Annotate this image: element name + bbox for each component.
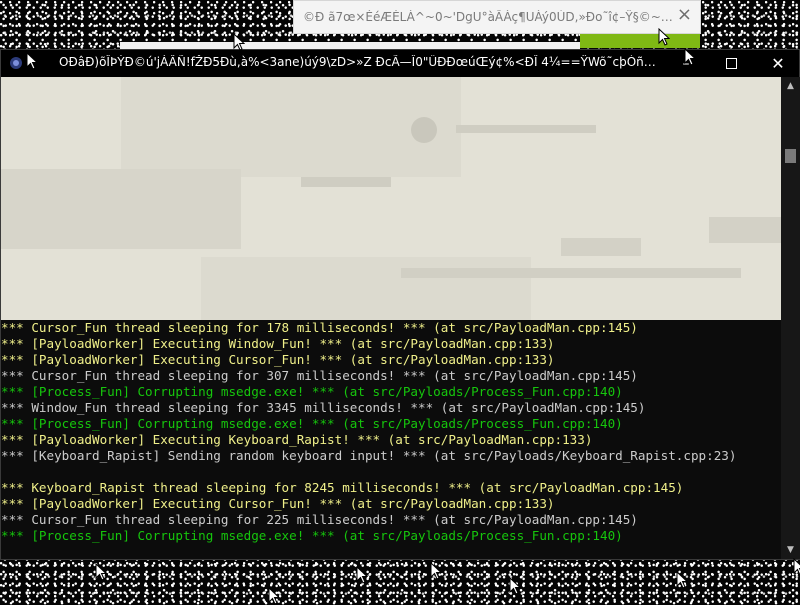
background-window-title: ©Ð ã7œ×ÉéÆÈLÀ^~0~'DgU°àÂÀç¶UÀý0ÙD,»Ðo˜î¢… bbox=[303, 10, 673, 24]
ghost-block bbox=[709, 217, 781, 243]
ghost-block bbox=[401, 268, 741, 278]
log-line: *** Keyboard_Rapist thread sleeping for … bbox=[1, 480, 684, 495]
log-line: *** [Process_Fun] Corrupting msedge.exe!… bbox=[1, 384, 623, 399]
mouse-cursor-icon bbox=[356, 566, 368, 584]
background-green-bar bbox=[580, 34, 700, 48]
mouse-cursor-icon bbox=[26, 52, 38, 70]
mouse-cursor-icon bbox=[793, 558, 800, 576]
mouse-cursor-icon bbox=[268, 587, 280, 605]
log-line: *** [Process_Fun] Corrupting msedge.exe!… bbox=[1, 528, 623, 543]
ghost-block bbox=[121, 77, 461, 177]
close-icon[interactable]: × bbox=[677, 5, 692, 25]
log-line: *** Cursor_Fun thread sleeping for 225 m… bbox=[1, 512, 638, 527]
console-title: OÐâÐ)õÎÞÝÐ©ú'jÁÂÑ!fŽÐ5Ðù,à%<3ane)úý9\zD>… bbox=[59, 55, 659, 69]
console-window: OÐâÐ)õÎÞÝÐ©ú'jÁÂÑ!fŽÐ5Ðù,à%<3ane)úý9\zD>… bbox=[0, 49, 800, 560]
console-log: *** Cursor_Fun thread sleeping for 178 m… bbox=[1, 320, 781, 559]
log-line: *** Cursor_Fun thread sleeping for 307 m… bbox=[1, 368, 638, 383]
mouse-cursor-icon bbox=[233, 33, 245, 51]
mouse-cursor-icon bbox=[509, 577, 521, 595]
ghost-block bbox=[201, 257, 531, 320]
console-app-icon bbox=[8, 55, 24, 71]
mouse-cursor-icon bbox=[430, 562, 442, 580]
console-titlebar[interactable]: OÐâÐ)õÎÞÝÐ©ú'jÁÂÑ!fŽÐ5Ðù,à%<3ane)úý9\zD>… bbox=[1, 50, 799, 77]
mouse-cursor-icon bbox=[676, 571, 688, 589]
close-button[interactable]: ✕ bbox=[755, 50, 800, 77]
close-icon: ✕ bbox=[771, 54, 785, 73]
ghosted-window-overlay bbox=[1, 77, 781, 320]
mouse-cursor-icon bbox=[684, 48, 696, 66]
log-line: *** [Process_Fun] Corrupting msedge.exe!… bbox=[1, 416, 623, 431]
mouse-cursor-icon bbox=[95, 563, 107, 581]
maximize-icon bbox=[725, 58, 737, 69]
log-line: *** [PayloadWorker] Executing Window_Fun… bbox=[1, 336, 555, 351]
log-line: *** Window_Fun thread sleeping for 3345 … bbox=[1, 400, 646, 415]
log-line: *** [PayloadWorker] Executing Cursor_Fun… bbox=[1, 496, 555, 511]
ghost-block bbox=[301, 177, 391, 187]
ghost-block bbox=[456, 125, 596, 133]
ghost-block bbox=[411, 117, 437, 143]
mouse-cursor-icon bbox=[658, 28, 670, 46]
log-line: *** [PayloadWorker] Executing Cursor_Fun… bbox=[1, 352, 555, 367]
vertical-scrollbar[interactable]: ▲ ▼ bbox=[781, 77, 800, 559]
log-line: *** [Keyboard_Rapist] Sending random key… bbox=[1, 448, 737, 463]
scroll-up-icon[interactable]: ▲ bbox=[781, 77, 800, 95]
ghost-block bbox=[561, 238, 641, 256]
ghost-block bbox=[1, 169, 241, 249]
log-line: *** [PayloadWorker] Executing Keyboard_R… bbox=[1, 432, 593, 447]
scroll-down-icon[interactable]: ▼ bbox=[781, 541, 800, 559]
background-browser-window: ©Ð ã7œ×ÉéÆÈLÀ^~0~'DgU°àÂÀç¶UÀý0ÙD,»Ðo˜î¢… bbox=[293, 0, 701, 34]
log-line: *** Cursor_Fun thread sleeping for 178 m… bbox=[1, 320, 638, 335]
maximize-button[interactable] bbox=[708, 50, 754, 77]
scroll-thumb[interactable] bbox=[785, 149, 796, 163]
